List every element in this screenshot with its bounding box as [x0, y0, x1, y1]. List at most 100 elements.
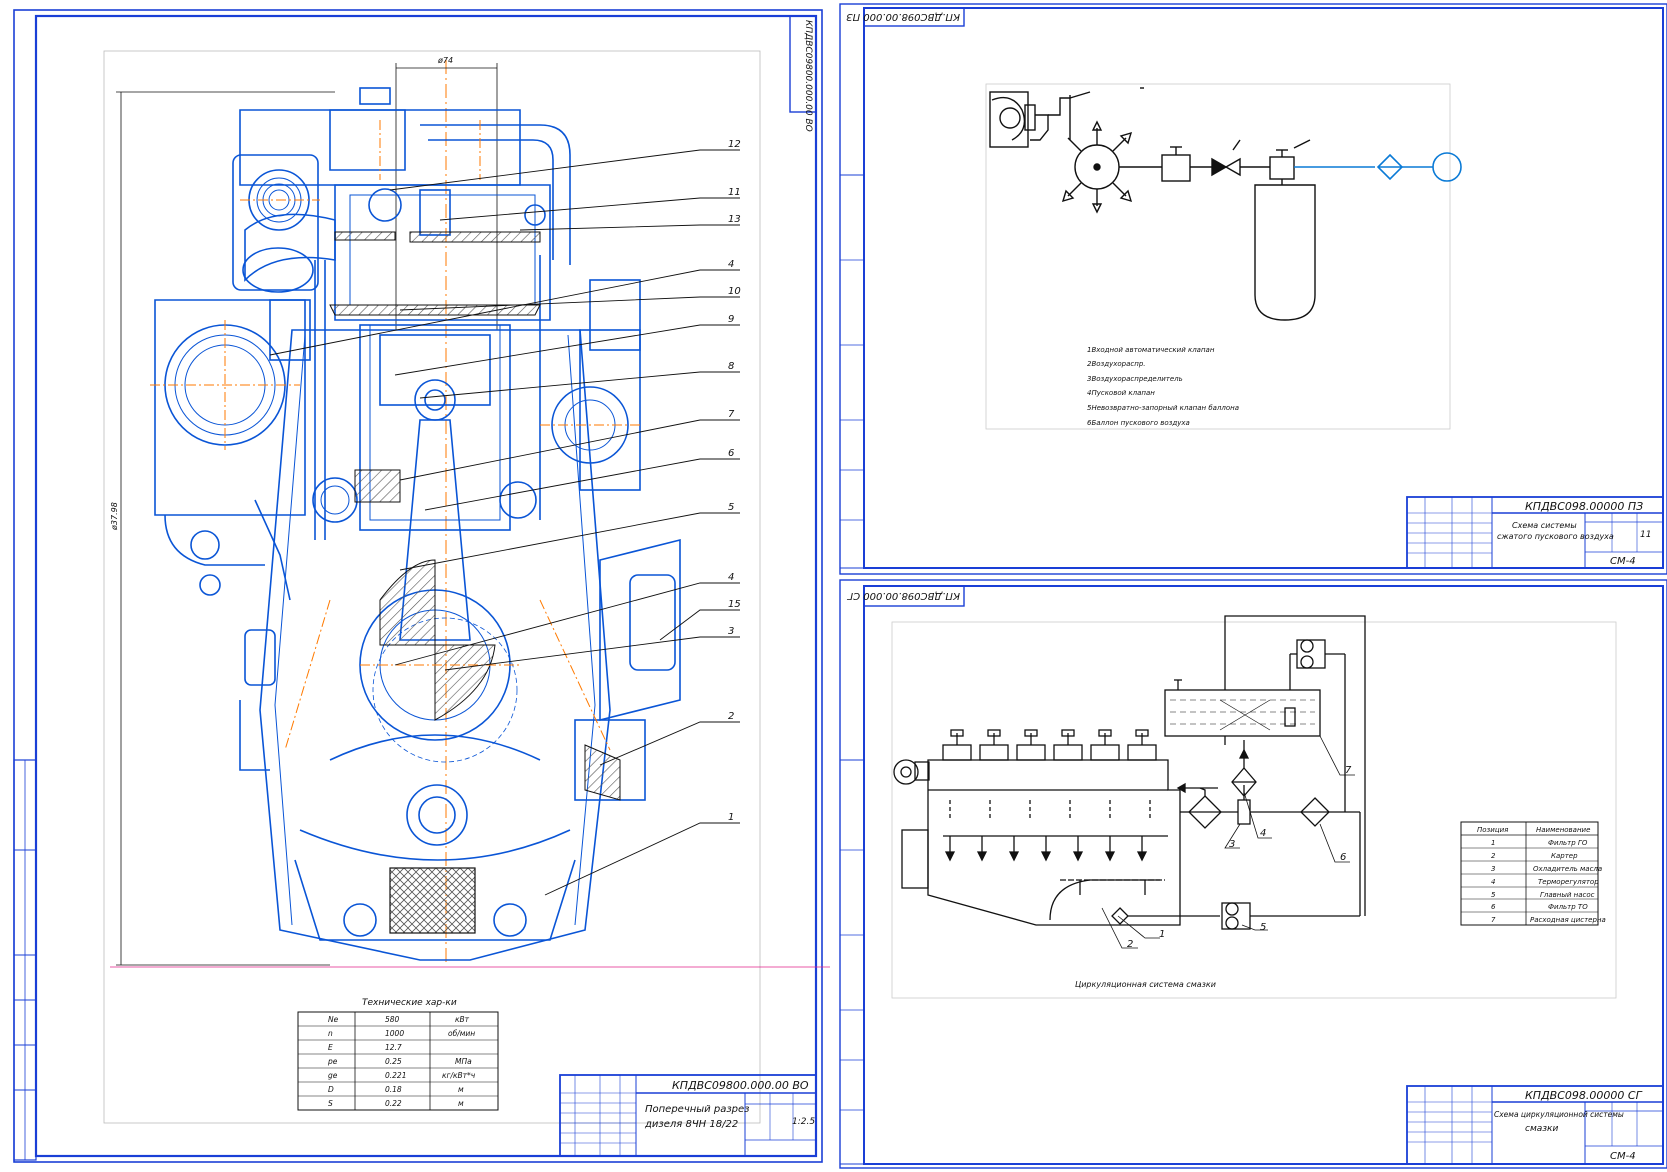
lubrication-schematic — [893, 615, 1366, 930]
callout-1: 1 — [728, 812, 734, 823]
starting-air-blue-line — [1294, 152, 1462, 182]
lube-callout-6: 6 — [1340, 852, 1346, 863]
legend-name: Терморегулятор — [1538, 878, 1599, 886]
tech-table-title: Технические хар-ки — [362, 998, 457, 1008]
tech-value: 0.22 — [385, 1099, 402, 1108]
callout-4b: 4 — [728, 572, 734, 583]
tech-unit: кг/кВт*ч — [442, 1071, 476, 1080]
tech-specs-table: Технические хар-ки Ne 580 кВт n 1000 об/… — [297, 998, 499, 1111]
tech-value: 0.221 — [385, 1071, 406, 1080]
legend-pos: 2 — [1491, 852, 1496, 860]
side-plate-section — [584, 744, 621, 801]
sheet2-sheet-no: 11 — [1640, 530, 1651, 540]
legend-name: Расходная цистерна — [1530, 916, 1606, 924]
tech-param: n — [328, 1029, 333, 1038]
legend-pos: 4 — [1491, 878, 1495, 886]
note-4: 4Пусковой клапан — [1087, 389, 1155, 397]
note-5: 5Невозвратно-запорный клапан баллона — [1087, 404, 1239, 412]
tech-param: D — [328, 1085, 334, 1094]
sheet2-view-border — [985, 83, 1451, 430]
legend-name: Фильтр ТО — [1548, 903, 1588, 911]
callout-12: 12 — [728, 139, 741, 150]
rod-section — [354, 469, 401, 503]
legend-header-pos: Позиция — [1477, 826, 1508, 834]
lube-callout-3: 3 — [1229, 839, 1235, 850]
note-2: 2Воздухораспр. — [1087, 360, 1146, 368]
dim-top-label: ø74 — [437, 56, 453, 65]
callout-10: 10 — [728, 286, 741, 297]
note-3: 3Воздухораспределитель — [1087, 375, 1183, 383]
legend-name: Охладитель масла — [1533, 865, 1602, 873]
sheet-lubrication-system: КП.ДВС098.00.000 СГ 1 2 3 4 5 6 7 Циркул… — [839, 579, 1667, 1169]
callout-15: 15 — [728, 599, 741, 610]
sheet3-title-line1: Схема циркуляционной системы — [1494, 1110, 1624, 1119]
callout-11: 11 — [728, 187, 741, 198]
sheet3-group: СМ-4 — [1610, 1151, 1636, 1162]
sheet-starting-air-system: КП.ДВС098.00.000 ПЗ 1Входной автоматичес… — [839, 3, 1667, 575]
legend-name: Фильтр ГО — [1548, 839, 1588, 847]
leader-numbers: 12 11 13 4 10 9 8 7 6 5 4 15 3 2 1 — [728, 139, 741, 823]
dim-left-label: ø37.98 — [110, 502, 119, 531]
callout-3: 3 — [728, 626, 734, 637]
callout-7: 7 — [728, 409, 735, 420]
crank-counterweight-right — [434, 644, 496, 721]
legend-pos: 7 — [1491, 916, 1496, 924]
callout-8: 8 — [728, 361, 734, 372]
sheet2-outer-frame — [839, 3, 1667, 575]
note-1: 1Входной автоматический клапан — [1087, 346, 1215, 354]
sheet3-doc-code: КПДВС098.00000 СГ — [1525, 1089, 1643, 1102]
tech-param: E — [328, 1043, 333, 1052]
sheet3-inner-frame — [863, 585, 1664, 1165]
tech-value: 0.25 — [385, 1057, 402, 1066]
crank-counterweight-left — [379, 559, 436, 646]
sheet2-group: СМ-4 — [1610, 556, 1636, 567]
tech-param: ge — [328, 1071, 338, 1080]
sheet2-title-line1: Схема системы — [1512, 521, 1577, 530]
sump-filter-mesh — [389, 867, 476, 934]
head-gasket-section — [334, 231, 541, 243]
sheet2-title-block: КПДВС098.00000 ПЗ Схема системы сжатого … — [1406, 496, 1664, 569]
callout-2: 2 — [728, 711, 734, 722]
sheet3-title-block: КПДВС098.00000 СГ Схема циркуляционной с… — [1406, 1085, 1664, 1165]
sheet2-doc-code: КПДВС098.00000 ПЗ — [1525, 500, 1643, 513]
legend-pos: 6 — [1491, 903, 1496, 911]
sheet3-caption: Циркуляционная система смазки — [1075, 980, 1216, 989]
callout-9: 9 — [728, 314, 734, 325]
lube-callout-2: 2 — [1127, 939, 1133, 950]
sheet1-scale: 1:2.5 — [792, 1117, 815, 1127]
legend-pos: 1 — [1491, 839, 1495, 847]
tech-value: 12.7 — [385, 1043, 402, 1052]
sheet1-doc-code: КПДВС09800.000.00 ВО — [672, 1079, 809, 1092]
sheet2-notes: 1Входной автоматический клапан 2Воздухор… — [1087, 346, 1239, 427]
lube-callout-7: 7 — [1345, 765, 1352, 776]
legend-pos: 5 — [1491, 891, 1496, 899]
tech-value: 580 — [385, 1015, 400, 1024]
leader-lines — [269, 149, 740, 896]
sheet3-view-border — [891, 621, 1617, 999]
callout-6: 6 — [728, 448, 734, 459]
sheet3-title-line2: смазки — [1525, 1124, 1558, 1134]
sheet3-rotated-code: КП.ДВС098.00.000 СГ — [846, 590, 960, 601]
starting-air-schematic — [989, 87, 1316, 321]
legend-name: Картер — [1551, 852, 1578, 860]
lube-callout-1: 1 — [1159, 929, 1165, 940]
lube-callout-4: 4 — [1260, 828, 1266, 839]
sheet1-title-line2: дизеля 8ЧН 18/22 — [644, 1119, 738, 1130]
tech-unit: м — [458, 1085, 464, 1094]
sheet1-title-block: КПДВС09800.000.00 ВО Поперечный разрез д… — [559, 1074, 817, 1157]
legend-pos: 3 — [1491, 865, 1495, 873]
sheet2-inner-frame — [863, 7, 1664, 569]
callout-4a: 4 — [728, 259, 734, 270]
drawing-canvas: КПДВС09800.000.00 ВО ø74 ø37.98 12 11 13… — [13, 3, 1667, 1169]
note-6: 6Баллон пускового воздуха — [1087, 419, 1190, 427]
tech-unit: об/мин — [448, 1029, 475, 1038]
sheet-engine-cross-section: КПДВС09800.000.00 ВО ø74 ø37.98 12 11 13… — [13, 9, 830, 1163]
legend-header-name: Наименование — [1536, 826, 1590, 834]
sheet1-title-line1: Поперечный разрез — [645, 1104, 749, 1115]
legend-name: Главный насос — [1540, 891, 1595, 899]
callout-5: 5 — [728, 502, 734, 513]
tech-unit: м — [458, 1099, 464, 1108]
tech-param: pe — [327, 1057, 338, 1066]
callout-13: 13 — [728, 214, 741, 225]
engine-section-drawing — [154, 87, 681, 961]
